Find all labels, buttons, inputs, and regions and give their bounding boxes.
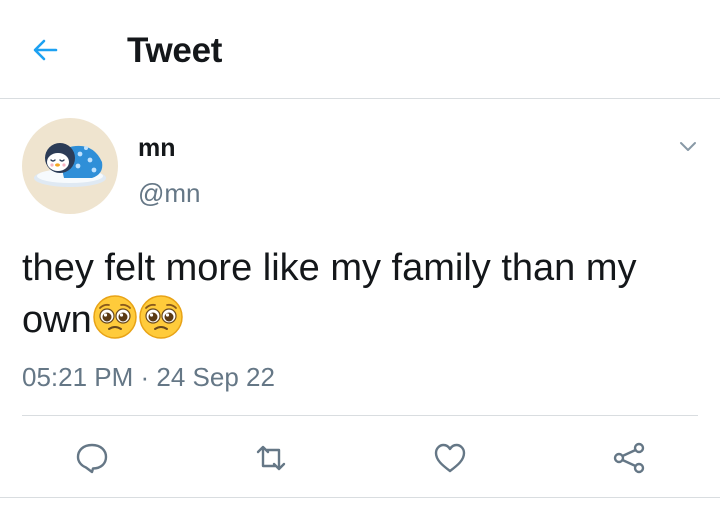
tweet-text: they felt more like my family than my ow… (22, 242, 702, 346)
retweet-icon (256, 445, 286, 471)
more-options-button[interactable] (676, 134, 700, 158)
back-button[interactable] (30, 34, 62, 66)
arrow-left-icon (33, 39, 58, 61)
user-handle[interactable]: @mn (138, 178, 201, 209)
top-bar: Tweet (0, 0, 720, 99)
divider (0, 497, 720, 498)
page-title: Tweet (127, 31, 223, 70)
chevron-down-icon (680, 142, 696, 151)
divider (22, 415, 698, 416)
like-button[interactable] (432, 440, 468, 476)
reply-icon (76, 443, 108, 474)
avatar[interactable] (22, 118, 118, 214)
display-name[interactable]: mn (138, 134, 176, 163)
share-icon (613, 442, 645, 474)
sleeping-penguin-avatar (34, 143, 106, 187)
pleading-face-emoji (138, 295, 183, 339)
pleading-face-emoji (92, 295, 137, 339)
reply-button[interactable] (74, 440, 110, 476)
share-button[interactable] (611, 440, 647, 476)
heart-icon (434, 443, 466, 473)
retweet-button[interactable] (253, 440, 289, 476)
tweet-timestamp[interactable]: 05:21 PM · 24 Sep 22 (22, 362, 275, 393)
